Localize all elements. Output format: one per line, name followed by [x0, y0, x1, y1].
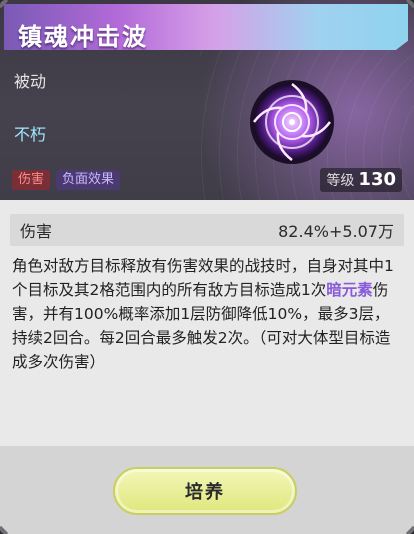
skill-element-label: 不朽: [14, 125, 47, 144]
title-bar: 镇魂冲击波: [4, 4, 408, 50]
upgrade-button[interactable]: 培养: [113, 467, 297, 515]
skill-detail-card: 镇魂冲击波 被动 不朽 伤害 负面效果 等级 130 伤害 82.4%+5.07…: [0, 0, 414, 534]
damage-stat-row: 伤害 82.4%+5.07万: [10, 214, 404, 246]
element-highlight: 暗元素: [326, 281, 373, 299]
stat-label: 伤害: [20, 222, 53, 241]
skill-name: 镇魂冲击波: [18, 23, 148, 51]
skill-type-label: 被动: [14, 72, 47, 91]
tag-damage: 伤害: [12, 170, 51, 190]
skill-description: 角色对敌方目标释放有伤害效果的战技时，自身对其中1个目标及其2格范围内的所有敌方…: [12, 254, 404, 374]
level-value: 130: [358, 169, 396, 190]
skill-tags: 伤害 负面效果: [12, 170, 121, 190]
skill-level: 等级 130: [320, 168, 402, 192]
level-label: 等级: [326, 173, 355, 189]
skill-header: 镇魂冲击波 被动 不朽 伤害 负面效果 等级 130: [0, 0, 414, 210]
tag-debuff: 负面效果: [56, 170, 121, 190]
stat-value: 82.4%+5.07万: [278, 222, 394, 241]
dark-vortex-orb-icon: [248, 78, 336, 166]
